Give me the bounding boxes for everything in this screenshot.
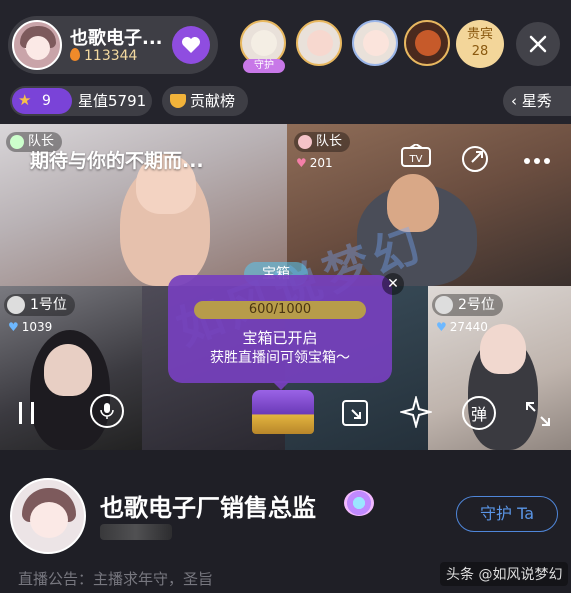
chest-opened-text: 宝箱已开启 xyxy=(242,329,318,347)
announcement-text: 直播公告：主播求年守，圣旨 xyxy=(18,570,214,588)
more-options-button[interactable] xyxy=(522,152,552,164)
close-button[interactable] xyxy=(516,22,560,66)
pink-heart-icon: ♥ xyxy=(296,156,307,170)
host-profile-section: 也歌电子厂销售总监 守护 Ta 直播公告：主播求年守，圣旨 头条 @如风说梦幻 xyxy=(0,450,571,593)
blurred-id xyxy=(100,524,172,540)
effects-button[interactable] xyxy=(398,394,434,430)
blue-heart-icon: ♥ xyxy=(436,320,447,334)
star-icon: ★ xyxy=(18,91,32,109)
viewer-avatar-2[interactable] xyxy=(296,20,342,66)
level-number: 9 xyxy=(42,93,51,109)
top-bar: 也歌电子... 113344 守护 贵宾 28 xyxy=(0,0,571,80)
chevron-left-icon: ‹ xyxy=(511,92,522,110)
host-medal-icon xyxy=(344,490,374,516)
seat1-hearts: ♥ 1039 xyxy=(8,320,52,334)
host-fans-count: 113344 xyxy=(84,48,138,64)
mic-icon xyxy=(100,403,114,419)
viewer-avatar-4[interactable] xyxy=(404,20,450,66)
seat1-hearts-value: 1039 xyxy=(21,320,53,334)
seat1-avatar xyxy=(7,296,25,314)
host-fans: 113344 xyxy=(70,48,137,64)
share-icon xyxy=(462,146,488,172)
close-icon xyxy=(529,35,547,53)
host-profile-avatar[interactable] xyxy=(10,478,86,554)
vip-count-button[interactable]: 贵宾 28 xyxy=(456,20,504,68)
level-badge: ★ 9 xyxy=(12,88,72,114)
pause-icon[interactable] xyxy=(16,400,38,426)
fire-icon xyxy=(70,48,80,61)
popup-close-icon[interactable]: ✕ xyxy=(382,273,404,295)
seat1-label: 1号位 xyxy=(30,297,67,313)
seat2-hearts-value: 27440 xyxy=(449,320,488,334)
more-icon xyxy=(524,158,550,164)
captain-label-2: 队长 xyxy=(316,134,343,149)
fullscreen-button[interactable] xyxy=(524,400,552,428)
minimize-icon xyxy=(342,400,368,426)
guard-host-button[interactable]: 守护 Ta xyxy=(456,496,558,532)
blue-heart-icon: ♥ xyxy=(8,320,19,334)
expand-icon xyxy=(526,402,550,426)
stats-bar: ★ 9 星值5791 贡献榜 ‹ 星秀 xyxy=(0,80,571,124)
danmaku-button[interactable]: 弹 xyxy=(462,396,496,430)
sparkle-icon xyxy=(398,394,434,430)
treasure-chest-icon[interactable] xyxy=(252,390,314,434)
danmaku-label: 弹 xyxy=(470,405,487,424)
seat1-badge: 1号位 xyxy=(4,294,75,316)
team2-hearts: ♥ 201 xyxy=(296,156,333,170)
minimize-button[interactable] xyxy=(340,398,370,428)
contribution-rank-button[interactable]: 贡献榜 xyxy=(162,86,248,116)
captain-badge-2: 队长 xyxy=(294,132,351,152)
vip-count: 28 xyxy=(471,44,489,59)
chest-hint-text: 获胜直播间可领宝箱～ xyxy=(210,350,350,366)
chest-progress-bar: 600/1000 xyxy=(194,301,366,319)
vip-label: 贵宾 xyxy=(466,27,493,42)
mute-seat-button[interactable] xyxy=(90,394,124,428)
tv-cast-button[interactable]: TV xyxy=(400,142,432,172)
viewer-avatar-3[interactable] xyxy=(352,20,398,66)
trophy-icon xyxy=(170,94,186,108)
svg-text:TV: TV xyxy=(409,154,423,165)
seat2-label: 2号位 xyxy=(458,297,495,313)
star-value-pill[interactable]: ★ 9 星值5791 xyxy=(10,86,152,116)
guard-tag: 守护 xyxy=(243,59,285,73)
host-info-pill[interactable]: 也歌电子... 113344 xyxy=(8,16,218,74)
share-button[interactable] xyxy=(460,144,490,174)
xingxiu-label: 星秀 xyxy=(521,92,552,110)
seat2-hearts: ♥ 27440 xyxy=(436,320,488,334)
seat2-badge: 2号位 xyxy=(432,294,503,316)
star-value: 星值5791 xyxy=(78,92,147,110)
heart-icon xyxy=(182,37,200,53)
seat2-avatar xyxy=(435,296,453,314)
pk-title: 期待与你的不期而... xyxy=(30,150,204,172)
tv-icon: TV xyxy=(401,142,431,167)
treasure-chest-popup[interactable]: 600/1000 宝箱已开启 获胜直播间可领宝箱～ xyxy=(168,275,392,390)
xingxiu-button[interactable]: ‹ 星秀 xyxy=(503,86,571,116)
source-watermark: 头条 @如风说梦幻 xyxy=(440,562,569,586)
contribution-label: 贡献榜 xyxy=(190,92,236,110)
host-avatar[interactable] xyxy=(12,20,62,70)
follow-heart-button[interactable] xyxy=(172,26,210,64)
team2-hearts-value: 201 xyxy=(309,156,333,170)
host-profile-name: 也歌电子厂销售总监 xyxy=(100,494,316,522)
host-name: 也歌电子... xyxy=(70,28,163,49)
